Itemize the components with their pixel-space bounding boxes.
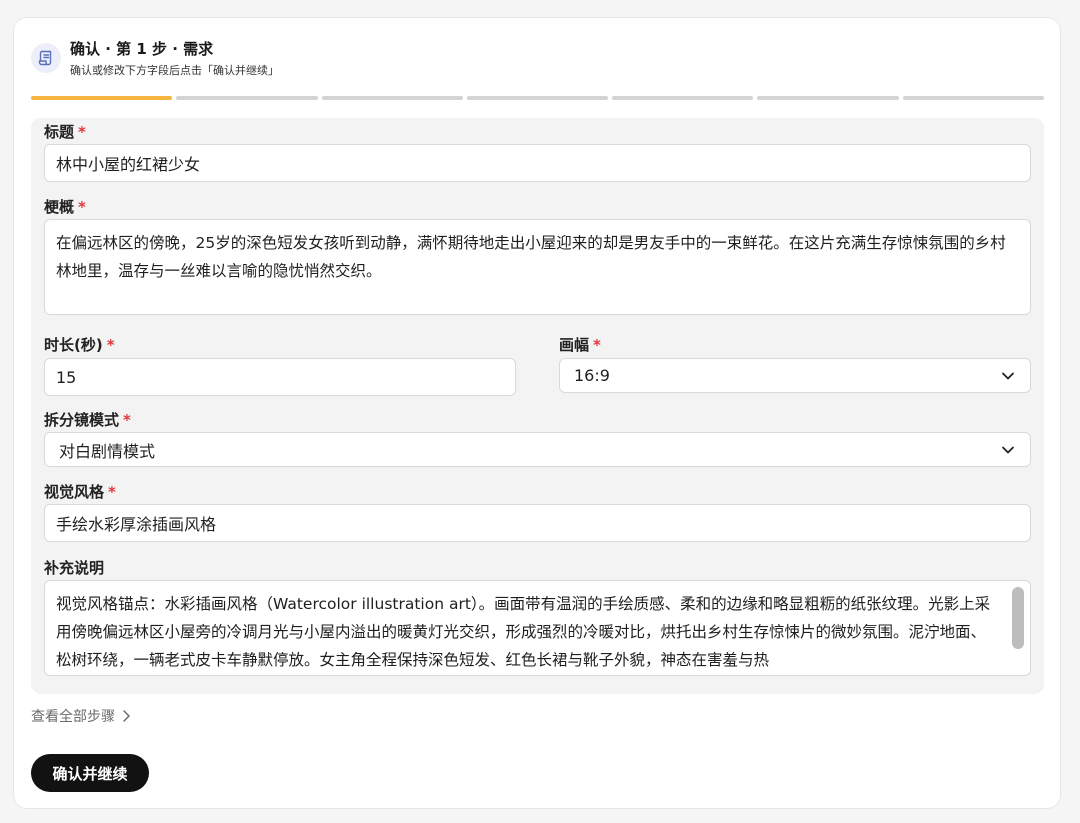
title-label-text: 标题 (44, 123, 75, 141)
required-mark: * (106, 336, 115, 354)
aspect-label: 画幅 * (559, 336, 601, 354)
aspect-select[interactable]: 16:9 (559, 358, 1031, 393)
step-5 (612, 96, 754, 100)
step-3 (321, 96, 463, 100)
duration-label: 时长(秒) * (44, 336, 115, 354)
style-input-value: 手绘水彩厚涂插画风格 (56, 515, 217, 534)
step-2 (176, 96, 318, 100)
chevron-down-icon (1002, 372, 1014, 379)
duration-input-value: 15 (56, 367, 77, 387)
notes-textarea[interactable]: 视觉风格锚点：水彩插画风格（Watercolor illustration ar… (44, 580, 1031, 676)
required-mark: * (78, 198, 86, 216)
mode-label: 拆分镜模式 * (44, 411, 131, 429)
aspect-select-value: 16:9 (574, 366, 610, 385)
required-mark: * (78, 123, 86, 141)
required-mark: * (123, 411, 131, 429)
synopsis-textarea-value: 在偏远林区的傍晚，25岁的深色短发女孩听到动静，满怀期待地走出小屋迎来的却是男友… (56, 234, 1006, 280)
required-mark: * (593, 336, 601, 354)
duration-label-text: 时长(秒) (44, 336, 103, 354)
title-input-value: 林中小屋的红裙少女 (56, 155, 201, 174)
style-input[interactable]: 手绘水彩厚涂插画风格 (44, 504, 1031, 542)
synopsis-label: 梗概 * (44, 198, 86, 216)
chevron-down-icon (1002, 446, 1014, 453)
step-4 (466, 96, 609, 100)
mode-select-value: 对白剧情模式 (59, 441, 156, 461)
title-label: 标题 * (44, 123, 86, 141)
notes-scrollbar[interactable] (1012, 587, 1024, 649)
chevron-right-icon (123, 710, 130, 722)
mode-select[interactable]: 对白剧情模式 (44, 432, 1031, 467)
scroll-icon (31, 43, 61, 73)
notes-label-text: 补充说明 (44, 559, 105, 577)
page-title: 确认 · 第 1 步 · 需求 (70, 40, 214, 58)
step-progress (31, 96, 1044, 100)
form-panel: 标题 * 林中小屋的红裙少女 梗概 * 在偏远林区的傍晚，25岁的深色短发女孩听到动… (31, 118, 1044, 694)
step-header: 确认 · 第 1 步 · 需求 确认或修改下方字段后点击「确认并继续」 (31, 40, 279, 78)
notes-label: 补充说明 (44, 559, 104, 577)
step-7 (902, 96, 1044, 100)
duration-input[interactable]: 15 (44, 358, 516, 396)
step-card: 确认 · 第 1 步 · 需求 确认或修改下方字段后点击「确认并继续」 标题 * … (13, 17, 1061, 809)
aspect-label-text: 画幅 (559, 336, 590, 354)
step-6 (757, 96, 899, 100)
synopsis-label-text: 梗概 (44, 198, 75, 216)
style-label-text: 视觉风格 (44, 483, 105, 501)
synopsis-textarea[interactable]: 在偏远林区的傍晚，25岁的深色短发女孩听到动静，满怀期待地走出小屋迎来的却是男友… (44, 219, 1031, 315)
mode-label-text: 拆分镜模式 (44, 411, 120, 429)
confirm-continue-button[interactable]: 确认并继续 (31, 754, 149, 792)
title-input[interactable]: 林中小屋的红裙少女 (44, 144, 1031, 182)
view-all-steps-text: 查看全部步骤 (31, 709, 115, 725)
notes-textarea-value: 视觉风格锚点：水彩插画风格（Watercolor illustration ar… (56, 595, 991, 669)
required-mark: * (108, 483, 116, 501)
step-1 (31, 96, 173, 100)
view-all-steps-link[interactable]: 查看全部步骤 (31, 706, 131, 726)
page-subtitle: 确认或修改下方字段后点击「确认并继续」 (70, 64, 279, 77)
style-label: 视觉风格 * (44, 483, 116, 501)
